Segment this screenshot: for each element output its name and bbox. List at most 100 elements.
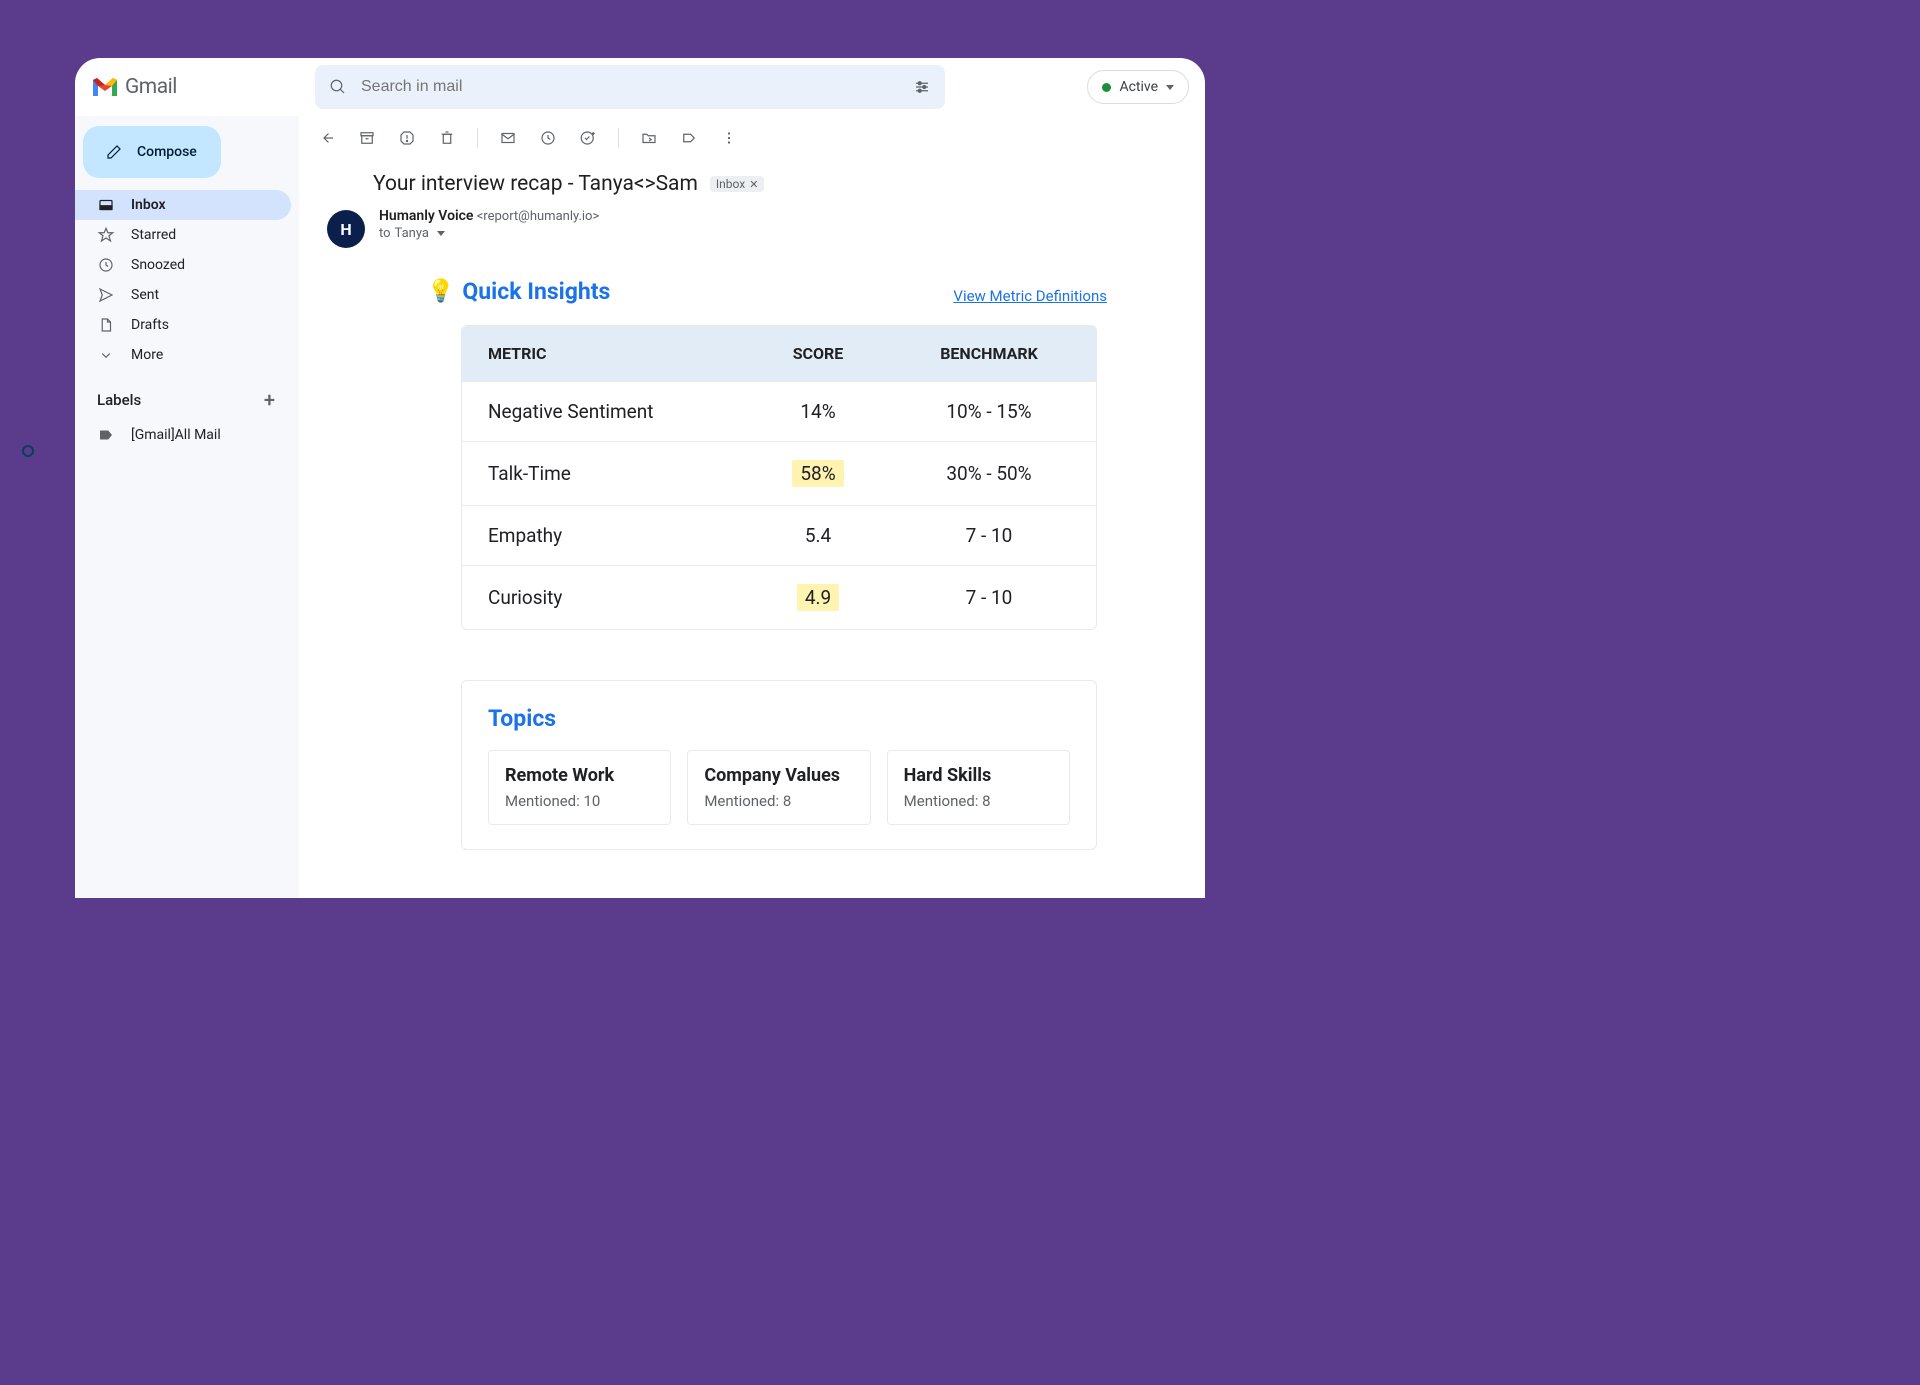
sidebar-item-label: Snoozed bbox=[131, 257, 185, 273]
insights-title-text: Quick Insights bbox=[462, 278, 610, 305]
topic-mention: Mentioned: 10 bbox=[505, 792, 654, 810]
snooze-button[interactable] bbox=[538, 128, 558, 148]
chevron-down-icon bbox=[97, 346, 115, 364]
sidebar-item-label: Starred bbox=[131, 227, 176, 243]
nav-list: Inbox Starred Snoozed Sent bbox=[75, 190, 291, 370]
sidebar-item-more[interactable]: More bbox=[75, 340, 291, 370]
compose-button[interactable]: Compose bbox=[83, 126, 221, 178]
view-definitions-link[interactable]: View Metric Definitions bbox=[953, 287, 1107, 305]
sidebar-item-inbox[interactable]: Inbox bbox=[75, 190, 291, 220]
delete-button[interactable] bbox=[437, 128, 457, 148]
compose-label: Compose bbox=[137, 144, 197, 160]
search-input[interactable] bbox=[361, 78, 899, 96]
add-task-button[interactable] bbox=[578, 128, 598, 148]
report-icon bbox=[398, 129, 416, 147]
search-icon bbox=[329, 78, 347, 96]
trash-icon bbox=[438, 129, 456, 147]
topic-name: Company Values bbox=[704, 765, 853, 786]
back-button[interactable] bbox=[317, 128, 337, 148]
chevron-down-icon bbox=[1166, 85, 1174, 90]
status-label: Active bbox=[1119, 79, 1158, 95]
spam-button[interactable] bbox=[397, 128, 417, 148]
decorative-dot bbox=[22, 445, 34, 457]
label-item-allmail[interactable]: [Gmail]All Mail bbox=[75, 420, 291, 450]
topics-section: Topics Remote Work Mentioned: 10 Company… bbox=[461, 680, 1097, 850]
table-row: Negative Sentiment 14% 10% - 15% bbox=[462, 381, 1096, 441]
metric-score: 4.9 bbox=[797, 584, 839, 611]
col-benchmark: BENCHMARK bbox=[908, 344, 1070, 363]
sidebar-item-label: Drafts bbox=[131, 317, 169, 333]
add-label-button[interactable]: + bbox=[264, 388, 275, 412]
mark-unread-button[interactable] bbox=[498, 128, 518, 148]
sidebar-item-snoozed[interactable]: Snoozed bbox=[75, 250, 291, 280]
label-chip[interactable]: Inbox ✕ bbox=[710, 176, 765, 192]
metric-benchmark: 10% - 15% bbox=[908, 400, 1070, 423]
star-icon bbox=[97, 226, 115, 244]
sidebar-item-starred[interactable]: Starred bbox=[75, 220, 291, 250]
email-subject: Your interview recap - Tanya<>Sam bbox=[373, 172, 698, 196]
to-row[interactable]: to Tanya bbox=[379, 226, 599, 241]
status-chip[interactable]: Active bbox=[1087, 70, 1189, 104]
topic-name: Remote Work bbox=[505, 765, 654, 786]
remove-label-icon[interactable]: ✕ bbox=[749, 178, 758, 191]
pencil-icon bbox=[105, 143, 123, 161]
table-row: Talk-Time 58% 30% - 50% bbox=[462, 441, 1096, 505]
subject-row: Your interview recap - Tanya<>Sam Inbox … bbox=[327, 166, 1177, 208]
to-prefix: to bbox=[379, 226, 391, 241]
table-header: METRIC SCORE BENCHMARK bbox=[462, 326, 1096, 381]
archive-icon bbox=[358, 129, 376, 147]
logo-area[interactable]: Gmail bbox=[85, 75, 295, 99]
label-text: [Gmail]All Mail bbox=[131, 427, 221, 443]
inbox-icon bbox=[97, 196, 115, 214]
metric-name: Curiosity bbox=[488, 586, 728, 609]
bulb-icon: 💡 bbox=[427, 279, 454, 304]
topic-card: Company Values Mentioned: 8 bbox=[687, 750, 870, 825]
move-button[interactable] bbox=[639, 128, 659, 148]
label-icon bbox=[97, 426, 115, 444]
more-vert-icon bbox=[720, 129, 738, 147]
metric-name: Negative Sentiment bbox=[488, 400, 728, 423]
gmail-logo-icon bbox=[91, 76, 119, 98]
table-row: Empathy 5.4 7 - 10 bbox=[462, 505, 1096, 565]
chevron-down-icon bbox=[437, 231, 445, 236]
send-icon bbox=[97, 286, 115, 304]
sidebar-item-label: Inbox bbox=[131, 197, 166, 213]
metric-benchmark: 7 - 10 bbox=[908, 524, 1070, 547]
metric-benchmark: 30% - 50% bbox=[908, 462, 1070, 485]
tag-icon bbox=[680, 129, 698, 147]
insights-title: 💡 Quick Insights bbox=[427, 278, 610, 305]
task-icon bbox=[579, 129, 597, 147]
metric-score: 58% bbox=[792, 460, 843, 487]
metrics-table: METRIC SCORE BENCHMARK Negative Sentimen… bbox=[461, 325, 1097, 630]
sender-email: <report@humanly.io> bbox=[477, 209, 600, 224]
to-name: Tanya bbox=[395, 226, 429, 241]
metric-score: 5.4 bbox=[728, 524, 908, 547]
mail-icon bbox=[499, 129, 517, 147]
clock-icon bbox=[97, 256, 115, 274]
more-button[interactable] bbox=[719, 128, 739, 148]
email-view: Your interview recap - Tanya<>Sam Inbox … bbox=[299, 160, 1205, 898]
active-dot-icon bbox=[1102, 83, 1111, 92]
tune-icon[interactable] bbox=[913, 78, 931, 96]
sender-name: Humanly Voice bbox=[379, 208, 473, 224]
labels-list: [Gmail]All Mail bbox=[75, 420, 291, 450]
email-toolbar bbox=[299, 116, 1205, 160]
labels-button[interactable] bbox=[679, 128, 699, 148]
sidebar-item-sent[interactable]: Sent bbox=[75, 280, 291, 310]
search-bar[interactable] bbox=[315, 65, 945, 109]
metric-name: Empathy bbox=[488, 524, 728, 547]
sidebar-item-drafts[interactable]: Drafts bbox=[75, 310, 291, 340]
sidebar-item-label: More bbox=[131, 347, 163, 363]
file-icon bbox=[97, 316, 115, 334]
sender-row: H Humanly Voice <report@humanly.io> to T… bbox=[327, 208, 1177, 248]
metric-score: 14% bbox=[728, 400, 908, 423]
archive-button[interactable] bbox=[357, 128, 377, 148]
toolbar-divider bbox=[618, 128, 619, 148]
email-body: 💡 Quick Insights View Metric Definitions… bbox=[327, 248, 1107, 850]
arrow-left-icon bbox=[318, 129, 336, 147]
content-area: Your interview recap - Tanya<>Sam Inbox … bbox=[299, 116, 1205, 898]
topic-card: Remote Work Mentioned: 10 bbox=[488, 750, 671, 825]
sender-avatar[interactable]: H bbox=[327, 210, 365, 248]
col-metric: METRIC bbox=[488, 344, 728, 363]
labels-title: Labels bbox=[97, 391, 141, 409]
